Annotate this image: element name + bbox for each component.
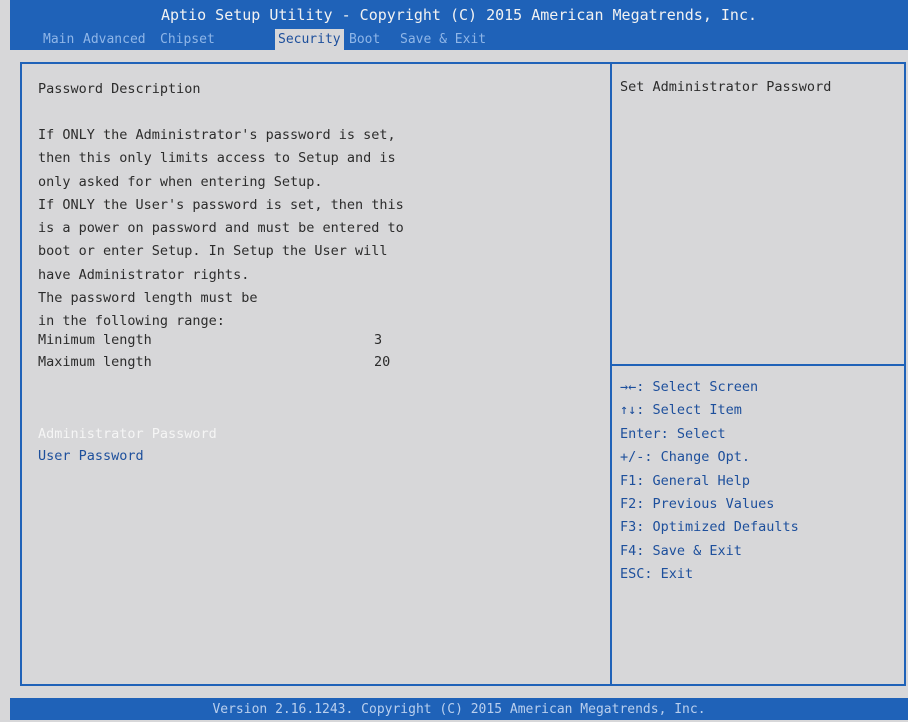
- bottom-gap: [0, 686, 908, 698]
- key-save-exit: F4: Save & Exit: [620, 542, 742, 559]
- description-line: in the following range:: [38, 313, 225, 330]
- key-esc-exit: ESC: Exit: [620, 566, 694, 583]
- description-line: boot or enter Setup. In Setup the User w…: [38, 243, 388, 260]
- key-previous-values: F2: Previous Values: [620, 496, 775, 513]
- tab-save-exit[interactable]: Save & Exit: [397, 29, 489, 50]
- description-line: then this only limits access to Setup an…: [38, 150, 396, 167]
- description-line: If ONLY the User's password is set, then…: [38, 196, 404, 213]
- minimum-length-row: Minimum length 3: [38, 332, 382, 348]
- tab-security[interactable]: Security: [275, 29, 344, 50]
- administrator-password-item[interactable]: Administrator Password: [38, 424, 217, 444]
- password-description: If ONLY the Administrator's password is …: [38, 124, 404, 334]
- tab-boot[interactable]: Boot: [346, 29, 383, 50]
- title-bar: Aptio Setup Utility - Copyright (C) 2015…: [10, 0, 908, 50]
- version-footer: Version 2.16.1243. Copyright (C) 2015 Am…: [10, 698, 908, 720]
- minimum-length-value: 3: [374, 332, 383, 348]
- key-legend: →←: Select Screen ↑↓: Select Item Enter:…: [620, 376, 799, 587]
- panel-divider: [610, 64, 612, 684]
- help-text: Set Administrator Password: [620, 79, 832, 95]
- maximum-length-value: 20: [374, 354, 391, 370]
- maximum-length-label: Maximum length: [38, 354, 152, 370]
- tab-main[interactable]: Main: [40, 29, 77, 50]
- main-panel: Password Description If ONLY the Adminis…: [20, 62, 906, 686]
- description-line: have Administrator rights.: [38, 266, 250, 283]
- key-general-help: F1: General Help: [620, 472, 751, 489]
- key-optimized-defaults: F3: Optimized Defaults: [620, 519, 799, 536]
- user-password-item[interactable]: User Password: [38, 446, 144, 466]
- password-description-title: Password Description: [38, 81, 201, 97]
- key-enter-select: Enter: Select: [620, 425, 726, 442]
- help-divider: [612, 364, 906, 366]
- key-select-item: ↑↓: Select Item: [620, 402, 742, 419]
- description-line: is a power on password and must be enter…: [38, 220, 404, 237]
- key-change-opt: +/-: Change Opt.: [620, 449, 751, 466]
- maximum-length-row: Maximum length 20: [38, 354, 390, 370]
- app-title: Aptio Setup Utility - Copyright (C) 2015…: [160, 6, 758, 24]
- minimum-length-label: Minimum length: [38, 332, 152, 348]
- description-line: If ONLY the Administrator's password is …: [38, 127, 396, 143]
- description-line: The password length must be: [38, 290, 258, 307]
- key-select-screen: →←: Select Screen: [620, 379, 759, 395]
- tab-chipset[interactable]: Chipset: [157, 29, 218, 50]
- description-line: only asked for when entering Setup.: [38, 173, 323, 190]
- tab-advanced[interactable]: Advanced: [80, 29, 149, 50]
